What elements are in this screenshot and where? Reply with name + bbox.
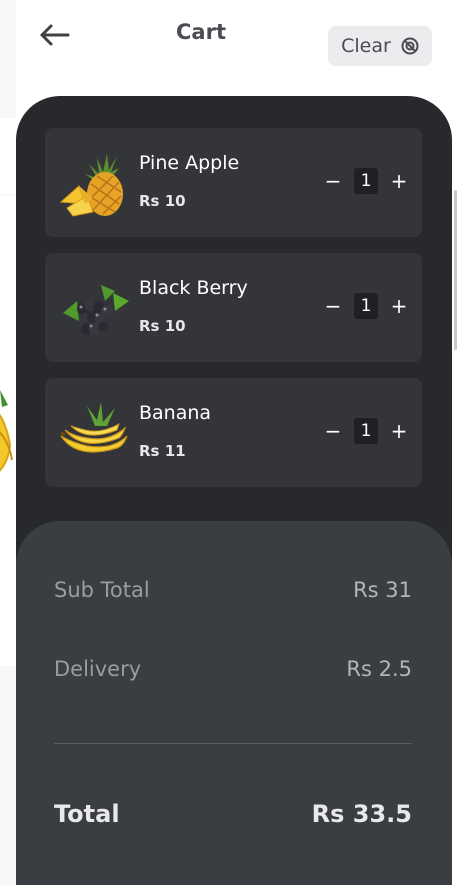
item-price: Rs 10 bbox=[139, 192, 186, 210]
quantity-stepper: − 1 + bbox=[322, 168, 410, 194]
background-product-image bbox=[0, 385, 16, 480]
subtotal-row: Sub Total Rs 31 bbox=[54, 578, 412, 602]
cart-sheet: Cart Clear Pine Apple Rs 10 − 1 + Black … bbox=[16, 0, 452, 885]
quantity-value: 1 bbox=[354, 418, 378, 444]
cart-item: Banana Rs 11 − 1 + bbox=[45, 378, 422, 487]
plus-icon[interactable]: + bbox=[388, 168, 410, 194]
blackberry-image bbox=[57, 271, 131, 343]
background-page bbox=[452, 0, 457, 885]
quantity-value: 1 bbox=[354, 293, 378, 319]
quantity-stepper: − 1 + bbox=[322, 293, 410, 319]
minus-icon[interactable]: − bbox=[322, 168, 344, 194]
background-card bbox=[0, 118, 16, 194]
total-label: Total bbox=[54, 800, 120, 828]
clear-button-label: Clear bbox=[341, 35, 391, 57]
item-price: Rs 10 bbox=[139, 317, 186, 335]
total-value: Rs 33.5 bbox=[311, 800, 412, 828]
item-price: Rs 11 bbox=[139, 442, 186, 460]
delivery-row: Delivery Rs 2.5 bbox=[54, 657, 412, 681]
minus-icon[interactable]: − bbox=[322, 293, 344, 319]
total-row: Total Rs 33.5 bbox=[54, 800, 412, 828]
quantity-value: 1 bbox=[354, 168, 378, 194]
clear-button[interactable]: Clear bbox=[328, 26, 432, 66]
plus-icon[interactable]: + bbox=[388, 418, 410, 444]
minus-icon[interactable]: − bbox=[322, 418, 344, 444]
pineapple-image bbox=[57, 146, 131, 218]
plus-icon[interactable]: + bbox=[388, 293, 410, 319]
clear-circle-icon bbox=[401, 37, 419, 55]
delivery-value: Rs 2.5 bbox=[346, 657, 412, 681]
subtotal-label: Sub Total bbox=[54, 578, 150, 602]
banana-image bbox=[57, 396, 131, 468]
order-summary: Sub Total Rs 31 Delivery Rs 2.5 Total Rs… bbox=[16, 521, 452, 885]
divider bbox=[54, 743, 412, 744]
subtotal-value: Rs 31 bbox=[353, 578, 412, 602]
item-name: Pine Apple bbox=[139, 152, 240, 174]
cart-item: Pine Apple Rs 10 − 1 + bbox=[45, 128, 422, 237]
cart-item: Black Berry Rs 10 − 1 + bbox=[45, 253, 422, 362]
cart-header: Cart Clear bbox=[16, 0, 452, 96]
delivery-label: Delivery bbox=[54, 657, 142, 681]
item-name: Black Berry bbox=[139, 277, 248, 299]
item-name: Banana bbox=[139, 402, 212, 424]
quantity-stepper: − 1 + bbox=[322, 418, 410, 444]
